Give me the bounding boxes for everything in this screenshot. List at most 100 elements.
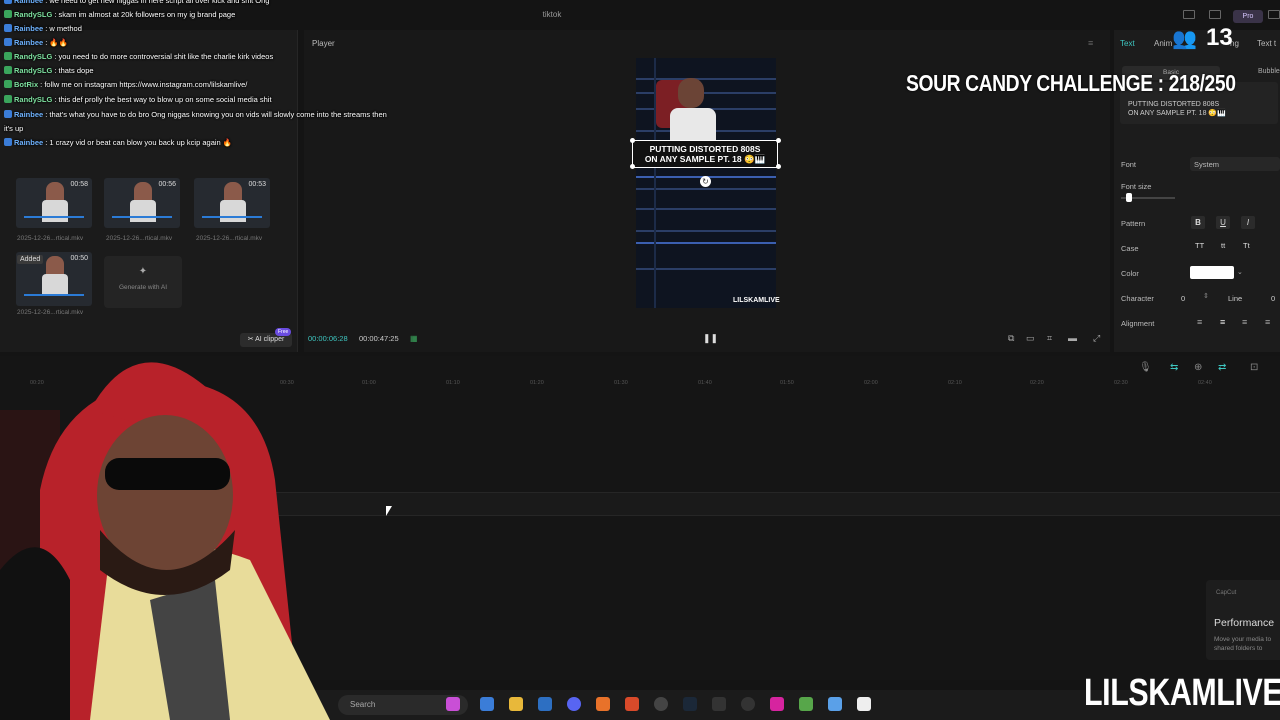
frame-icon[interactable]: ▭ — [1026, 333, 1035, 344]
crop-icon[interactable]: ⌗ — [1047, 333, 1052, 344]
chat-text: : we need to get new niggas in here scri… — [45, 0, 270, 5]
instagram-icon[interactable] — [770, 697, 784, 711]
app-icon[interactable] — [799, 697, 813, 711]
zoom-icon[interactable]: ⊡ — [1250, 362, 1258, 373]
tab-bubble[interactable]: Bubble — [1258, 68, 1280, 75]
toast-brand: CapCut — [1216, 590, 1237, 596]
chat-message: Rainbee: 1 crazy vid or beat can blow yo… — [4, 138, 232, 147]
folder-icon[interactable] — [509, 697, 523, 711]
media-thumb-1[interactable]: 00:58 — [16, 178, 92, 228]
chat-text: : 🔥🔥 — [45, 38, 69, 47]
toast-description: Move your media to shared folders to — [1214, 636, 1272, 652]
copilot-icon[interactable] — [480, 697, 494, 711]
steam-icon[interactable] — [683, 697, 697, 711]
chat-message: Rainbee: that's what you have to do bro … — [4, 110, 387, 119]
rotate-icon[interactable]: ↻ — [700, 176, 711, 187]
chrome-icon[interactable] — [654, 697, 668, 711]
sparkle-icon: ✦ — [138, 266, 148, 277]
thumb-name: 2025-12-26...rtical.mkv — [17, 235, 84, 242]
resize-handle[interactable] — [630, 164, 635, 169]
color-label: Color — [1121, 269, 1139, 278]
resize-handle[interactable] — [776, 164, 781, 169]
ratio-icon[interactable]: ⧉ — [1008, 333, 1014, 344]
fullscreen-icon[interactable]: ⤢ — [1093, 333, 1100, 344]
font-size-knob[interactable] — [1126, 193, 1133, 202]
viewer-count: 13 — [1206, 24, 1233, 51]
tab-text[interactable]: Text — [1120, 39, 1135, 48]
line-spacing-input[interactable]: 0 — [1271, 294, 1275, 303]
chat-message: Rainbee: we need to get new niggas in he… — [4, 0, 269, 5]
snap-icon[interactable]: ⇄ — [1218, 362, 1226, 373]
caption-text-box[interactable]: PUTTING DISTORTED 808S ON ANY SAMPLE PT.… — [632, 140, 778, 168]
chat-username: RandySLG — [14, 10, 53, 19]
chat-text: : that's what you have to do bro Ong nig… — [45, 110, 387, 119]
brave-icon[interactable] — [625, 697, 639, 711]
app-icon[interactable] — [712, 697, 726, 711]
bold-button[interactable]: B — [1191, 216, 1205, 229]
chat-text: : skam im almost at 20k followers on my … — [54, 10, 236, 19]
uppercase-button[interactable]: TT — [1195, 241, 1204, 250]
notepad-icon[interactable] — [828, 697, 842, 711]
align-right-icon[interactable]: ≡ — [1242, 317, 1247, 327]
grid-icon[interactable]: ▦ — [410, 334, 418, 343]
lowercase-button[interactable]: tt — [1221, 241, 1225, 250]
menu-icon[interactable]: ≡ — [1088, 38, 1093, 48]
microphone-icon[interactable]: 🎙 — [1139, 362, 1152, 373]
chat-overlay: Rainbee : we need to get new niggas in he… — [0, 0, 440, 170]
font-size-label: Font size — [1121, 182, 1152, 191]
chat-message: it's up — [4, 124, 23, 133]
window-icon[interactable] — [1268, 10, 1280, 19]
4k-icon[interactable] — [741, 697, 755, 711]
tick-label: 01:10 — [446, 380, 460, 386]
tab-text-to[interactable]: Text t — [1257, 39, 1276, 48]
italic-button[interactable]: I — [1241, 216, 1255, 229]
aspect-icon[interactable]: ▬ — [1068, 333, 1077, 343]
fl-studio-icon[interactable] — [596, 697, 610, 711]
menu-icon[interactable] — [1209, 10, 1221, 19]
viewers-icon: 👥 — [1172, 28, 1197, 50]
toast-title: Performance — [1214, 617, 1275, 629]
chat-text: it's up — [4, 124, 24, 133]
tick-label: 02:20 — [1030, 380, 1044, 386]
resize-handle[interactable] — [776, 138, 781, 143]
media-thumb-3[interactable]: 00:53 — [194, 178, 270, 228]
stepper-icon[interactable]: ⇕ — [1203, 292, 1209, 300]
color-swatch[interactable] — [1190, 266, 1234, 279]
magnet-icon[interactable]: ⊕ — [1194, 362, 1202, 373]
pause-icon[interactable]: ❚❚ — [703, 333, 718, 344]
caption-line-2: ON ANY SAMPLE PT. 18 😳🎹 — [644, 154, 766, 164]
chevron-down-icon[interactable]: ⌄ — [1237, 268, 1243, 276]
chat-badge-icon — [4, 38, 12, 46]
chat-text: : thats dope — [54, 66, 94, 75]
challenge-overlay: SOUR CANDY CHALLENGE : 218/250 — [906, 70, 1236, 96]
video-person — [656, 72, 726, 140]
chat-badge-icon — [4, 52, 12, 60]
store-icon[interactable] — [538, 697, 552, 711]
align-center-icon[interactable]: ≡ — [1220, 317, 1225, 327]
align-justify-icon[interactable]: ≡ — [1265, 317, 1270, 327]
chat-username: Rainbee — [14, 138, 44, 147]
chat-text: : this def prolly the best way to blow u… — [54, 95, 272, 104]
chat-badge-icon — [4, 110, 12, 118]
font-select[interactable]: System — [1190, 157, 1280, 171]
chat-badge-icon — [4, 80, 12, 88]
align-left-icon[interactable]: ≡ — [1197, 317, 1202, 327]
chat-username: Rainbee — [14, 110, 44, 119]
underline-button[interactable]: U — [1216, 216, 1230, 229]
generate-with-ai-button[interactable]: ✦ Generate with AI — [104, 256, 182, 308]
tab-animation[interactable]: Anim — [1154, 39, 1172, 48]
capcut-icon[interactable] — [857, 697, 871, 711]
layout-icon[interactable] — [1183, 10, 1195, 19]
mouse-cursor — [386, 506, 392, 516]
chat-text: : you need to do more controversial shit… — [54, 52, 274, 61]
discord-icon[interactable] — [567, 697, 581, 711]
character-spacing-input[interactable]: 0 — [1181, 294, 1185, 303]
webcam-feed — [0, 362, 330, 720]
resize-handle[interactable] — [630, 138, 635, 143]
media-thumb-2[interactable]: 00:56 — [104, 178, 180, 228]
chat-username: RandySLG — [14, 52, 53, 61]
link-icon[interactable]: ⇆ — [1170, 362, 1178, 373]
titlecase-button[interactable]: Tt — [1243, 241, 1250, 250]
app-icon[interactable] — [446, 697, 460, 711]
pro-badge[interactable]: Pro — [1233, 10, 1263, 23]
